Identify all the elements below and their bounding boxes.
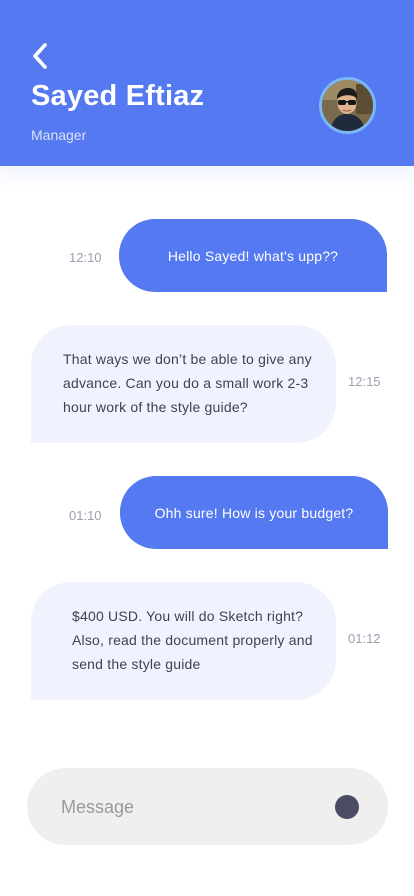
message-time: 12:15: [348, 374, 381, 389]
avatar[interactable]: [319, 77, 376, 134]
message-text-line: send the style guide: [72, 656, 201, 672]
send-dot-icon[interactable]: [335, 795, 359, 819]
back-button[interactable]: [26, 40, 54, 72]
message-list: 12:10 Hello Sayed! what's upp?? That way…: [0, 166, 414, 756]
incoming-message-bubble: That ways we don’t be able to give any a…: [31, 325, 336, 443]
message-time: 01:12: [348, 631, 381, 646]
message-text-line: hour work of the style guide?: [63, 399, 248, 415]
message-composer: [27, 768, 388, 845]
chevron-left-icon: [33, 43, 47, 69]
message-text-line: advance. Can you do a small work 2-3: [63, 375, 309, 391]
incoming-message-bubble: $400 USD. You will do Sketch right? Also…: [31, 582, 336, 700]
contact-role: Manager: [31, 127, 87, 143]
chat-header: Sayed Eftiaz Manager: [0, 0, 414, 166]
contact-name: Sayed Eftiaz: [31, 80, 205, 112]
message-text-line: $400 USD. You will do Sketch right?: [72, 608, 304, 624]
outgoing-message-bubble: Ohh sure! How is your budget?: [120, 476, 388, 549]
message-time: 01:10: [69, 508, 102, 523]
message-text-line: Also, read the document properly and: [72, 632, 313, 648]
message-time: 12:10: [69, 250, 102, 265]
user-avatar: [322, 80, 373, 131]
outgoing-message-bubble: Hello Sayed! what's upp??: [119, 219, 387, 292]
message-text: Hello Sayed! what's upp??: [167, 247, 339, 264]
message-input[interactable]: [61, 792, 321, 822]
message-text-line: That ways we don’t be able to give any: [63, 351, 312, 367]
message-text: Ohh sure! How is your budget?: [154, 504, 354, 521]
